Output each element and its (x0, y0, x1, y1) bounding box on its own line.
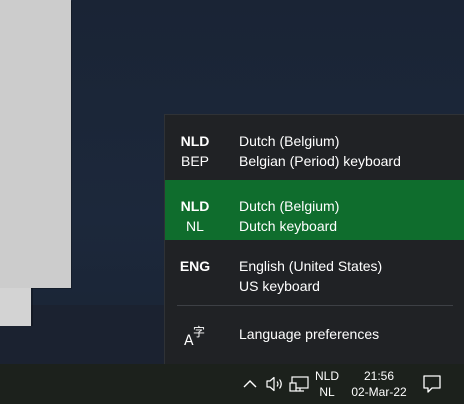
taskbar-clock[interactable]: 21:56 02-Mar-22 (347, 368, 411, 400)
input-indicator[interactable]: NLD NL (312, 368, 342, 400)
clock-time: 21:56 (363, 369, 395, 383)
background-window[interactable] (0, 288, 31, 326)
window-shadow (31, 288, 33, 326)
language-code-layout: BEP (180, 153, 209, 169)
language-code-layout: NL (186, 218, 204, 234)
language-preferences-label: Language preferences (239, 326, 380, 342)
app-window[interactable] (0, 0, 71, 288)
input-indicator-layout: NL (319, 385, 335, 399)
language-preferences-link[interactable]: A 字 Language preferences (165, 311, 464, 353)
language-name: Dutch (Belgium) (239, 133, 340, 149)
taskbar: NLD NL 21:56 02-Mar-22 (0, 364, 464, 404)
language-item-eng[interactable]: ENG English (United States) US keyboard (165, 240, 464, 300)
language-item-nld-nl[interactable]: NLD NL Dutch (Belgium) Dutch keyboard (165, 180, 464, 240)
keyboard-name: Belgian (Period) keyboard (239, 153, 401, 169)
language-item-nld-bep[interactable]: NLD BEP Dutch (Belgium) Belgian (Period)… (165, 115, 464, 175)
language-code-primary: NLD (180, 198, 210, 214)
input-indicator-language: NLD (314, 369, 339, 383)
language-code-primary: ENG (179, 258, 211, 274)
volume-icon[interactable] (264, 373, 286, 395)
network-icon[interactable] (289, 373, 311, 395)
keyboard-name: Dutch keyboard (239, 218, 338, 234)
flyout-divider (177, 305, 453, 306)
svg-text:字: 字 (193, 324, 205, 339)
chevron-up-icon[interactable] (240, 372, 260, 396)
clock-date: 02-Mar-22 (351, 385, 407, 399)
language-name: Dutch (Belgium) (239, 198, 340, 214)
language-code-primary: NLD (180, 133, 210, 149)
notification-icon[interactable] (420, 372, 444, 396)
keyboard-name: US keyboard (239, 278, 320, 294)
input-language-flyout: NLD BEP Dutch (Belgium) Belgian (Period)… (164, 114, 464, 364)
language-settings-icon: A 字 (183, 322, 209, 349)
language-name: English (United States) (239, 258, 383, 274)
